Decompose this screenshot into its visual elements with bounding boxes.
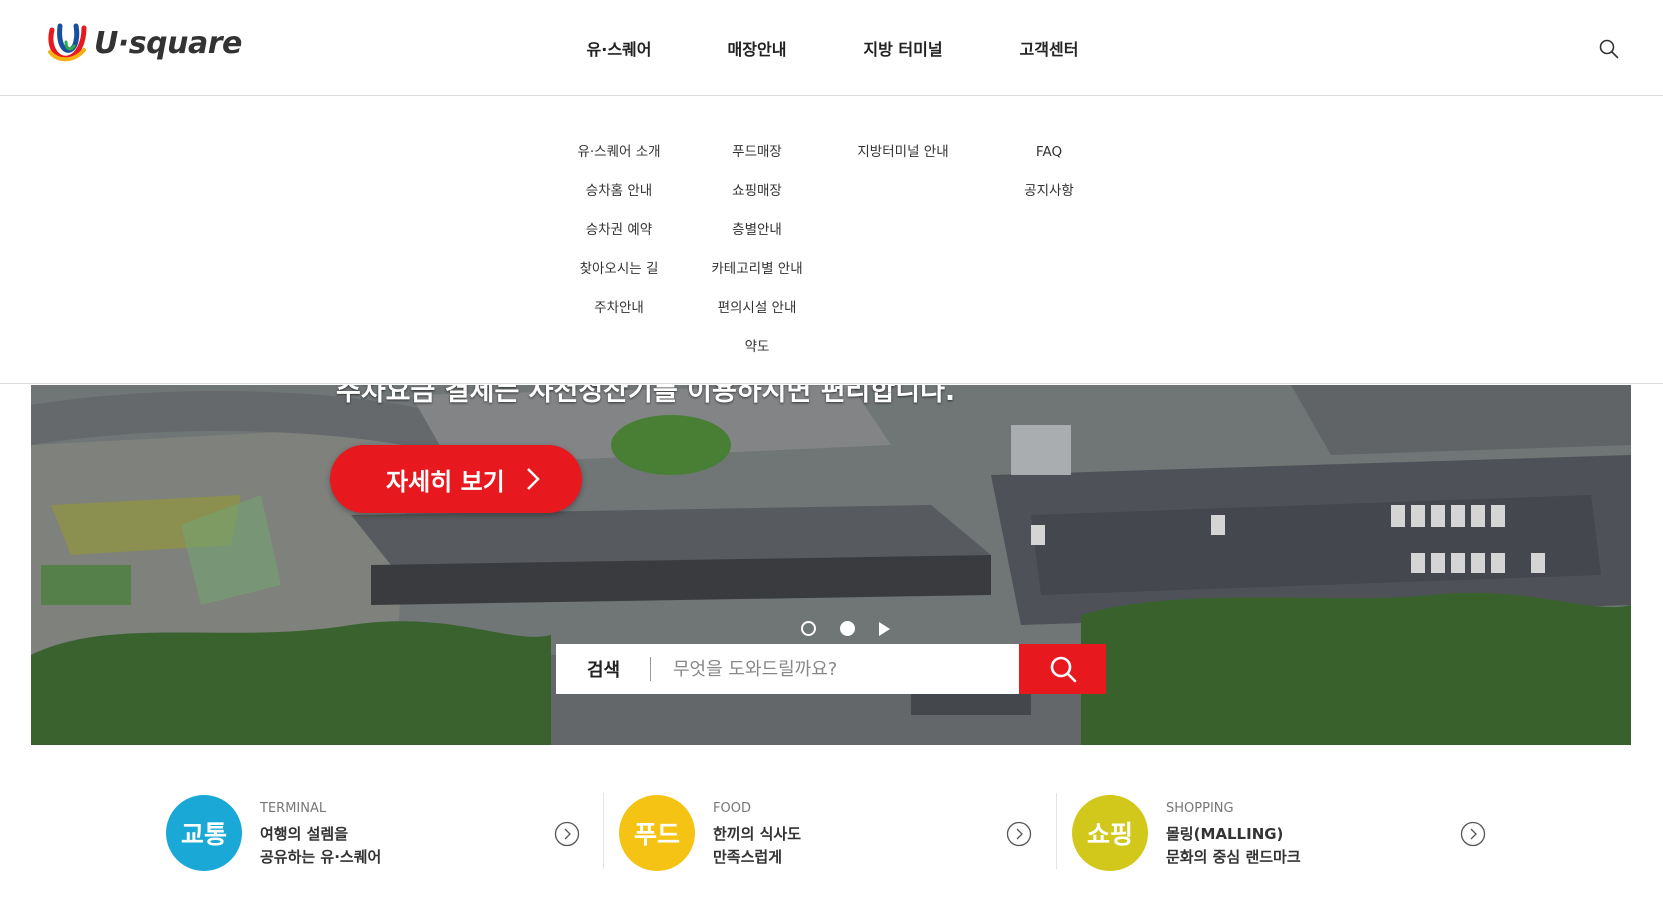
arrow-circle-right-icon[interactable] — [554, 821, 580, 847]
submenu-item[interactable]: 카테고리별 안내 — [711, 250, 802, 289]
nav-regional-terminal[interactable]: 지방 터미널 — [863, 36, 942, 60]
nav-usquare[interactable]: 유·스퀘어 — [587, 36, 652, 60]
search-icon[interactable] — [1598, 38, 1620, 60]
quick-item-en: TERMINAL — [260, 801, 327, 816]
logo-text: U·square — [94, 25, 242, 61]
view-more-label: 자세히 보기 — [386, 467, 505, 496]
divider — [1056, 793, 1057, 869]
play-icon[interactable] — [879, 621, 890, 636]
divider — [603, 793, 604, 869]
nav-store-guide[interactable]: 매장안내 — [728, 36, 787, 60]
shopping-badge: 쇼핑 — [1072, 795, 1148, 871]
search-label: 검색 — [556, 644, 651, 694]
submenu-item[interactable]: 찾아오시는 길 — [577, 250, 660, 289]
site-search-bar: 검색 — [556, 644, 1106, 694]
submenu-item[interactable]: 승차권 예약 — [577, 211, 660, 250]
search-submit-button[interactable] — [1019, 644, 1106, 694]
terminal-badge: 교통 — [166, 795, 242, 871]
submenu-usquare: 유·스퀘어 소개 승차홈 안내 승차권 예약 찾아오시는 길 주차안내 — [577, 133, 660, 328]
quick-item-en: SHOPPING — [1166, 801, 1234, 816]
chevron-right-icon — [527, 468, 540, 490]
submenu-item[interactable]: 주차안내 — [577, 289, 660, 328]
nav-customer-center[interactable]: 고객센터 — [1020, 36, 1079, 60]
quick-item-food[interactable]: 푸드 FOOD 한끼의 식사도 만족스럽게 — [619, 793, 1039, 873]
site-header: U·square 유·스퀘어 매장안내 지방 터미널 고객센터 — [0, 0, 1663, 96]
submenu-store-guide: 푸드매장 쇼핑매장 층별안내 카테고리별 안내 편의시설 안내 약도 — [711, 133, 802, 367]
quick-item-line1: 여행의 설렘을 — [260, 825, 349, 843]
submenu-item[interactable]: FAQ — [1024, 133, 1074, 172]
hero-caption: 주차요금 결제는 사전정산기를 이용하시면 편리합니다. — [336, 385, 956, 407]
quick-categories: 교통 TERMINAL 여행의 설렘을 공유하는 유·스퀘어 푸드 FOOD 한… — [0, 793, 1663, 873]
quick-item-line2: 문화의 중심 랜드마크 — [1166, 848, 1301, 866]
submenu-item[interactable]: 지방터미널 안내 — [857, 133, 948, 172]
slide-dot-2[interactable] — [840, 621, 855, 636]
usquare-logo-icon — [48, 23, 87, 62]
hero-banner: 주차요금 결제는 사전정산기를 이용하시면 편리합니다. 자세히 보기 검색 — [31, 385, 1631, 745]
submenu-item[interactable]: 층별안내 — [711, 211, 802, 250]
submenu-item[interactable]: 유·스퀘어 소개 — [577, 133, 660, 172]
arrow-circle-right-icon[interactable] — [1006, 821, 1032, 847]
view-more-button[interactable]: 자세히 보기 — [330, 445, 582, 513]
slide-dot-1[interactable] — [801, 621, 816, 636]
submenu-item[interactable]: 푸드매장 — [711, 133, 802, 172]
quick-item-line1: 몰링(MALLING) — [1166, 825, 1284, 843]
quick-item-shopping[interactable]: 쇼핑 SHOPPING 몰링(MALLING) 문화의 중심 랜드마크 — [1072, 793, 1492, 873]
submenu-item[interactable]: 공지사항 — [1024, 172, 1074, 211]
site-logo[interactable]: U·square — [44, 22, 242, 64]
arrow-circle-right-icon[interactable] — [1460, 821, 1486, 847]
slide-pagination — [801, 621, 890, 636]
mega-menu: 유·스퀘어 소개 승차홈 안내 승차권 예약 찾아오시는 길 주차안내 푸드매장… — [0, 96, 1663, 384]
quick-item-terminal[interactable]: 교통 TERMINAL 여행의 설렘을 공유하는 유·스퀘어 — [166, 793, 586, 873]
submenu-item[interactable]: 승차홈 안내 — [577, 172, 660, 211]
search-icon — [1050, 656, 1076, 683]
quick-item-line1: 한끼의 식사도 — [713, 825, 802, 843]
quick-item-line2: 공유하는 유·스퀘어 — [260, 848, 382, 866]
quick-item-en: FOOD — [713, 801, 751, 816]
submenu-customer-center: FAQ 공지사항 — [1024, 133, 1074, 211]
submenu-regional-terminal: 지방터미널 안내 — [857, 133, 948, 172]
submenu-item[interactable]: 쇼핑매장 — [711, 172, 802, 211]
search-input[interactable] — [651, 644, 1019, 694]
food-badge: 푸드 — [619, 795, 695, 871]
quick-item-line2: 만족스럽게 — [713, 848, 783, 866]
submenu-item[interactable]: 편의시설 안내 — [711, 289, 802, 328]
submenu-item[interactable]: 약도 — [711, 328, 802, 367]
